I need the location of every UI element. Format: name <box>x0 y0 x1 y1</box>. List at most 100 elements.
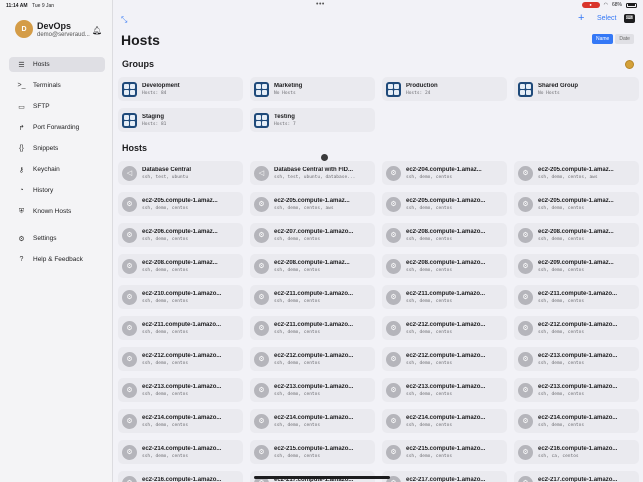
host-card[interactable]: ⚙ec2-217.compute-1.amazo...ssh, demo, ce… <box>514 471 639 482</box>
host-card[interactable]: ⚙ ec2-215.compute-1.amazo... ssh, demo, ce… <box>250 440 375 464</box>
group-icon <box>518 81 533 97</box>
host-card[interactable]: ⚙ ec2-213.compute-1.amazo... ssh, demo, ce… <box>118 378 243 402</box>
group-card[interactable]: Testing Hosts: 7 <box>250 108 375 132</box>
sidebar-item-hosts[interactable]: ☰ Hosts <box>9 57 105 72</box>
host-tags: ssh, demo, centos <box>406 360 453 366</box>
host-tags: ssh, demo, centos <box>538 329 585 335</box>
sort-date-button[interactable]: Date <box>615 34 634 44</box>
host-card[interactable]: ⚙ ec2-216.compute-1.amazo... ssh, ca, cent… <box>514 440 639 464</box>
server-gear-icon: ⚙ <box>122 351 137 367</box>
host-card[interactable]: ⚙ ec2-210.compute-1.amazo... ssh, demo, ce… <box>118 285 243 309</box>
sidebar-item-terminals[interactable]: >_ Terminals <box>9 78 105 93</box>
profile[interactable]: D DevOps demo@serveraud... <box>15 20 90 38</box>
host-card[interactable]: ⚙ ec2-212.compute-1.amazo... ssh, demo, ce… <box>118 347 243 371</box>
group-card[interactable]: Marketing No Hosts <box>250 77 375 101</box>
host-card[interactable]: ⚙ ec2-211.compute-1.amazo... ssh, demo, ce… <box>118 316 243 340</box>
host-card[interactable]: ⚙ ec2-212.compute-1.amazo... ssh, demo, ce… <box>250 347 375 371</box>
host-tags: ssh, demo, centos, aws <box>274 205 334 211</box>
host-card[interactable]: ◁ Database Central with FID... ssh, test, … <box>250 161 375 185</box>
sidebar-item-help-feedback[interactable]: ? Help & Feedback <box>9 252 105 267</box>
add-host-button[interactable]: + <box>578 12 584 24</box>
host-card[interactable]: ⚙ ec2-211.compute-1.amazo... ssh, demo, ce… <box>514 285 639 309</box>
host-card[interactable]: ◁ Database Central ssh, test, ubuntu <box>118 161 243 185</box>
sidebar-item-label: Hosts <box>33 61 50 68</box>
sidebar-item-label: Port Forwarding <box>33 124 80 131</box>
host-card[interactable]: ⚙ ec2-215.compute-1.amazo... ssh, demo, ce… <box>382 440 507 464</box>
host-card[interactable]: ⚙ ec2-211.compute-1.amazo... ssh, demo, ce… <box>382 285 507 309</box>
host-card[interactable]: ⚙ ec2-214.compute-1.amazo... ssh, demo, ce… <box>382 409 507 433</box>
host-card[interactable]: ⚙ ec2-213.compute-1.amazo... ssh, demo, ce… <box>382 378 507 402</box>
sidebar-item-known-hosts[interactable]: ⛨ Known Hosts <box>9 204 105 219</box>
host-card[interactable]: ⚙ ec2-211.compute-1.amazo... ssh, demo, ce… <box>250 285 375 309</box>
home-indicator[interactable] <box>254 476 390 479</box>
sidebar: D DevOps demo@serveraud... 🔔︎ ☰ Hosts >_ Te… <box>0 0 113 482</box>
host-card[interactable]: ⚙ ec2-208.compute-1.amaz... ssh, demo, cen… <box>514 223 639 247</box>
host-name: ec2-210.compute-1.amazo... <box>142 290 222 297</box>
group-icon <box>122 81 137 97</box>
host-card[interactable]: ⚙ ec2-213.compute-1.amazo... ssh, demo, ce… <box>514 347 639 371</box>
host-card[interactable]: ⚙ ec2-209.compute-1.amaz... ssh, demo, cen… <box>514 254 639 278</box>
sidebar-item-keychain[interactable]: ⚷ Keychain <box>9 162 105 177</box>
host-card[interactable]: ⚙ ec2-212.compute-1.amazo... ssh, demo, ce… <box>382 316 507 340</box>
group-card[interactable]: Shared Group No Hosts <box>514 77 639 101</box>
host-card[interactable]: ⚙ ec2-214.compute-1.amazo... ssh, demo, ce… <box>118 440 243 464</box>
host-card[interactable]: ⚙ ec2-208.compute-1.amaz... ssh, demo, cen… <box>118 254 243 278</box>
host-card[interactable]: ⚙ ec2-205.compute-1.amaz... ssh, demo, cen… <box>118 192 243 216</box>
sidebar-item-sftp[interactable]: ▭ SFTP <box>9 99 105 114</box>
group-status-icon[interactable] <box>625 60 634 69</box>
host-card[interactable]: ⚙ec2-216.compute-1.amazo...ssh, demo, ce… <box>118 471 243 482</box>
group-host-count: No Hosts <box>538 90 560 96</box>
host-card[interactable]: ⚙ ec2-205.compute-1.amazo... ssh, demo, ce… <box>382 192 507 216</box>
sidebar-item-label: Keychain <box>33 166 60 173</box>
server-gear-icon: ⚙ <box>518 258 533 274</box>
host-tags: ssh, demo, centos <box>538 236 585 242</box>
group-card[interactable]: Development Hosts: 84 <box>118 77 243 101</box>
host-tags: ssh, demo, centos <box>142 205 189 211</box>
sort-name-button[interactable]: Name <box>592 34 614 44</box>
group-host-count: Hosts: 7 <box>274 121 296 127</box>
sidebar-item-snippets[interactable]: {} Snippets <box>9 141 105 156</box>
host-name: ec2-205.compute-1.amaz... <box>538 166 614 173</box>
server-gear-icon: ⚙ <box>518 413 533 429</box>
pointer-cursor <box>321 154 328 161</box>
bell-icon[interactable]: 🔔︎ <box>92 26 102 35</box>
host-card[interactable]: ⚙ ec2-213.compute-1.amazo... ssh, demo, ce… <box>514 378 639 402</box>
host-card[interactable]: ⚙ ec2-208.compute-1.amaz... ssh, demo, cen… <box>250 254 375 278</box>
keyboard-icon[interactable]: ⌨ <box>624 14 635 23</box>
expand-icon[interactable]: ⤡ <box>121 15 127 25</box>
gear-icon: ⚙ <box>18 235 25 243</box>
host-card[interactable]: ⚙ ec2-213.compute-1.amazo... ssh, demo, ce… <box>250 378 375 402</box>
host-card[interactable]: ⚙ ec2-212.compute-1.amazo... ssh, demo, ce… <box>514 316 639 340</box>
host-name: ec2-205.compute-1.amaz... <box>274 197 350 204</box>
host-tags: ssh, demo, centos <box>142 422 189 428</box>
groups-section-title: Groups <box>122 59 155 69</box>
group-card[interactable]: Production Hosts: 24 <box>382 77 507 101</box>
select-button[interactable]: Select <box>597 15 616 22</box>
status-bar: 11:14 AM Tue 9 Jan ••• ● ◠ 68% <box>0 0 643 10</box>
host-card[interactable]: ⚙ ec2-205.compute-1.amaz... ssh, demo, cen… <box>514 161 639 185</box>
host-card[interactable]: ⚙ ec2-205.compute-1.amaz... ssh, demo, cen… <box>250 192 375 216</box>
group-name: Testing <box>274 113 295 120</box>
host-card[interactable]: ⚙ ec2-214.compute-1.amazo... ssh, demo, ce… <box>250 409 375 433</box>
host-card[interactable]: ⚙ ec2-204.compute-1.amaz... ssh, demo, cen… <box>382 161 507 185</box>
host-card[interactable]: ⚙ ec2-214.compute-1.amazo... ssh, demo, ce… <box>514 409 639 433</box>
host-name: ec2-211.compute-1.amazo... <box>538 290 618 297</box>
host-card[interactable]: ⚙ ec2-208.compute-1.amazo... ssh, demo, ce… <box>382 223 507 247</box>
host-card[interactable]: ⚙ ec2-205.compute-1.amaz... ssh, demo, cen… <box>514 192 639 216</box>
server-gear-icon: ⚙ <box>518 320 533 336</box>
host-card[interactable]: ⚙ ec2-211.compute-1.amazo... ssh, demo, ce… <box>250 316 375 340</box>
host-card[interactable]: ⚙ec2-217.compute-1.amazo...ssh, demo, ce… <box>382 471 507 482</box>
multitasking-dots-icon[interactable]: ••• <box>316 1 325 8</box>
host-card[interactable]: ⚙ ec2-206.compute-1.amaz... ssh, demo, cen… <box>118 223 243 247</box>
sidebar-item-history[interactable]: ◔ History <box>9 183 105 198</box>
host-card[interactable]: ⚙ ec2-207.compute-1.amazo... ssh, demo, ce… <box>250 223 375 247</box>
host-card[interactable]: ⚙ ec2-212.compute-1.amazo... ssh, demo, ce… <box>382 347 507 371</box>
host-card[interactable]: ⚙ ec2-208.compute-1.amazo... ssh, demo, ce… <box>382 254 507 278</box>
host-card[interactable]: ⚙ ec2-214.compute-1.amazo... ssh, demo, ce… <box>118 409 243 433</box>
sidebar-item-port-forwarding[interactable]: ↱ Port Forwarding <box>9 120 105 135</box>
profile-name: DevOps <box>37 20 72 31</box>
status-date: Tue 9 Jan <box>32 3 55 9</box>
host-tags: ssh, demo, centos <box>142 360 189 366</box>
sidebar-item-settings[interactable]: ⚙ Settings <box>9 231 105 246</box>
group-card[interactable]: Staging Hosts: 81 <box>118 108 243 132</box>
